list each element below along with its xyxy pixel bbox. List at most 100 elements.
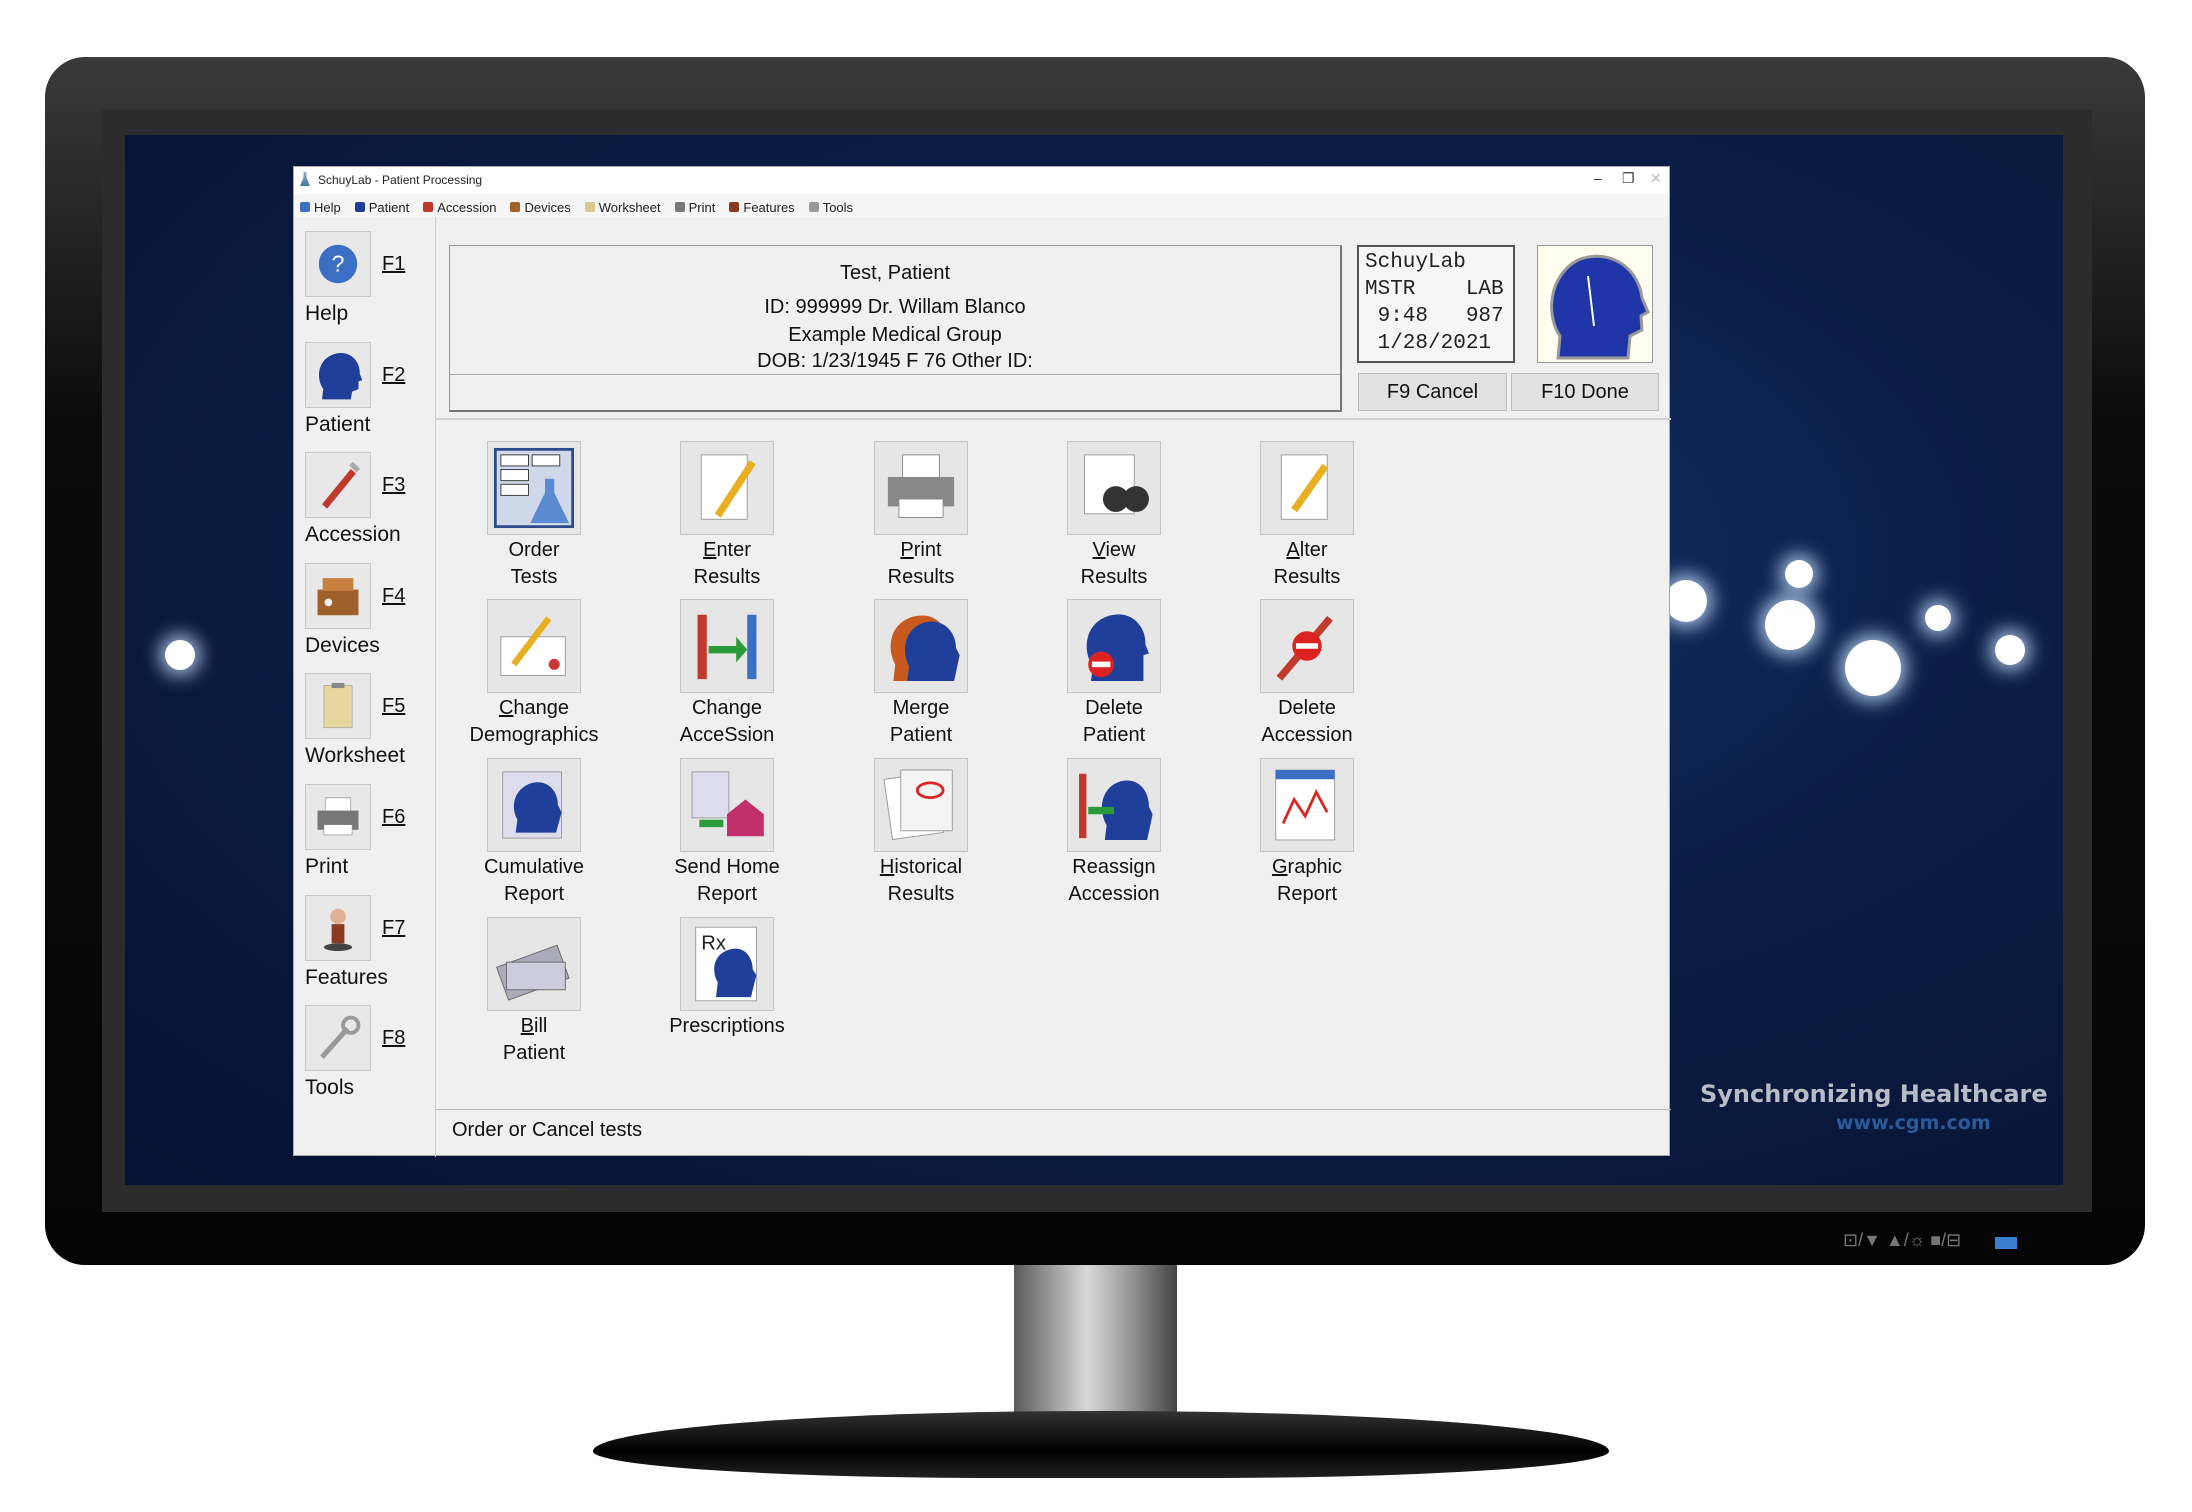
action-label: Bill Patient (444, 1013, 624, 1067)
action-label-line2: Results (887, 566, 955, 588)
monitor-controls[interactable]: ⊡/▼ ▲/☼ ■/⊟ (1843, 1230, 1961, 1251)
sidebar-item-label: Patient (305, 412, 371, 436)
reassign-accession-button[interactable]: Reassign Accession (1024, 758, 1204, 908)
sidebar-item-label: Features (305, 965, 388, 989)
sidebar-item-accession[interactable]: F3 Accession (305, 452, 430, 552)
merge-patient-button[interactable]: Merge Patient (831, 599, 1011, 749)
wrench-icon (305, 1005, 371, 1072)
action-label-line2: Accession (1261, 724, 1353, 746)
action-label-line2: Report (1276, 883, 1338, 905)
help-icon (300, 202, 310, 212)
features-icon (729, 202, 740, 212)
clipboard-icon (584, 202, 595, 212)
sidebar-item-patient[interactable]: F2 Patient (305, 341, 430, 442)
menu-print[interactable]: Print (674, 197, 716, 217)
action-label: View Results (1024, 537, 1204, 591)
sidebar-item-worksheet[interactable]: F5 Worksheet (305, 673, 430, 773)
print-results-button[interactable]: Print Results (831, 441, 1011, 591)
printer-icon (305, 784, 371, 850)
decor-light (1845, 640, 1901, 696)
send-home-report-icon (680, 758, 774, 852)
prescriptions-button[interactable]: Rx Prescriptions (637, 917, 817, 1067)
help-icon: ? (305, 231, 371, 297)
lab-time: 9:48 987 (1365, 305, 1504, 328)
menu-tools[interactable]: Tools (808, 197, 854, 217)
monitor-stand-base (593, 1411, 1609, 1478)
close-button[interactable]: ✕ (1650, 170, 1662, 187)
sidebar-item-label: Help (305, 302, 349, 325)
historical-results-button[interactable]: Historical Results (831, 758, 1011, 908)
power-led-icon[interactable] (1995, 1237, 2017, 1249)
minimize-button[interactable]: – (1594, 170, 1602, 186)
sidebar-item-features[interactable]: F7 Features (305, 894, 430, 995)
action-label-line1: Alter (1286, 539, 1328, 561)
wrench-icon (808, 202, 819, 212)
test-tube-icon (305, 452, 371, 519)
menu-features[interactable]: Features (729, 197, 795, 217)
cumulative-report-button[interactable]: Cumulative Report (444, 758, 624, 908)
decor-light (1765, 600, 1815, 650)
restore-button[interactable]: ❐ (1622, 170, 1635, 187)
cancel-button[interactable]: F9 Cancel (1358, 373, 1507, 411)
function-key: F1 (382, 253, 406, 275)
delete-patient-button[interactable]: Delete Patient (1024, 599, 1204, 749)
action-label: Enter Results (637, 537, 817, 591)
view-results-button[interactable]: View Results (1024, 441, 1204, 591)
svg-text:?: ? (332, 251, 345, 277)
action-label: Merge Patient (831, 695, 1011, 749)
lab-user: MSTR LAB (1365, 278, 1504, 301)
order-tests-button[interactable]: Order Tests (444, 441, 624, 591)
brand-url: www.cgm.com (1836, 1112, 1991, 1134)
send-home-report-button[interactable]: Send Home Report (637, 758, 817, 908)
action-label-line2: Results (1080, 566, 1148, 588)
bill-patient-button[interactable]: Bill Patient (444, 917, 624, 1067)
menu-label: Print (688, 199, 716, 215)
menu-label: Tools (822, 199, 854, 215)
action-label: Reassign Accession (1024, 854, 1204, 908)
divider (436, 418, 1671, 420)
action-label-line2: Tests (510, 566, 558, 588)
action-label-line1: Cumulative (483, 856, 585, 878)
app-flask-icon (300, 172, 310, 186)
action-label-line2: Results (887, 883, 955, 905)
menu-accession[interactable]: Accession (423, 197, 496, 217)
patient-head-icon (305, 341, 371, 408)
decor-light (1785, 560, 1813, 588)
graphic-report-button[interactable]: Graphic Report (1217, 758, 1397, 908)
menu-bar: Help Patient Accession Devices Worksheet Prin… (294, 194, 1669, 217)
function-key: F8 (382, 1027, 406, 1050)
sidebar-item-help[interactable]: ? F1 Help (305, 231, 430, 331)
action-label: Cumulative Report (444, 854, 624, 908)
devices-icon (305, 562, 371, 629)
delete-patient-icon (1067, 599, 1161, 693)
menu-label: Worksheet (598, 199, 661, 215)
monitor-stand-neck (1014, 1265, 1177, 1415)
historical-results-icon (874, 758, 968, 852)
features-icon (305, 894, 371, 961)
function-key: F7 (382, 916, 406, 939)
delete-accession-button[interactable]: Delete Accession (1217, 599, 1397, 749)
sidebar-item-print[interactable]: F6 Print (305, 784, 430, 884)
enter-results-button[interactable]: Enter Results (637, 441, 817, 591)
action-label: Change Demographics (444, 695, 624, 749)
action-label-line1: Order (508, 539, 560, 561)
alter-results-icon (1260, 441, 1354, 535)
menu-worksheet[interactable]: Worksheet (584, 197, 661, 217)
menu-help[interactable]: Help (300, 197, 341, 217)
sidebar: ? F1 Help F2 Patient F3 Accession F4 Devices F5 Wo… (294, 217, 436, 1157)
merge-patient-icon (874, 599, 968, 693)
decor-light (1665, 580, 1707, 622)
menu-patient[interactable]: Patient (354, 197, 409, 217)
patient-header: Test, Patient ID: 999999 Dr. Willam Blan… (449, 245, 1342, 412)
bill-patient-icon (487, 917, 581, 1011)
change-demographics-button[interactable]: Change Demographics (444, 599, 624, 749)
title-bar: SchuyLab - Patient Processing – ❐ ✕ (294, 167, 1669, 194)
menu-devices[interactable]: Devices (510, 197, 571, 217)
sidebar-item-tools[interactable]: F8 Tools (305, 1005, 430, 1105)
order-tests-icon (487, 441, 581, 535)
alter-results-button[interactable]: Alter Results (1217, 441, 1397, 591)
done-button[interactable]: F10 Done (1511, 373, 1659, 411)
action-label-line2: Accession (1068, 883, 1160, 905)
change-accession-button[interactable]: Change AcceSsion (637, 599, 817, 749)
sidebar-item-devices[interactable]: F4 Devices (305, 562, 430, 663)
